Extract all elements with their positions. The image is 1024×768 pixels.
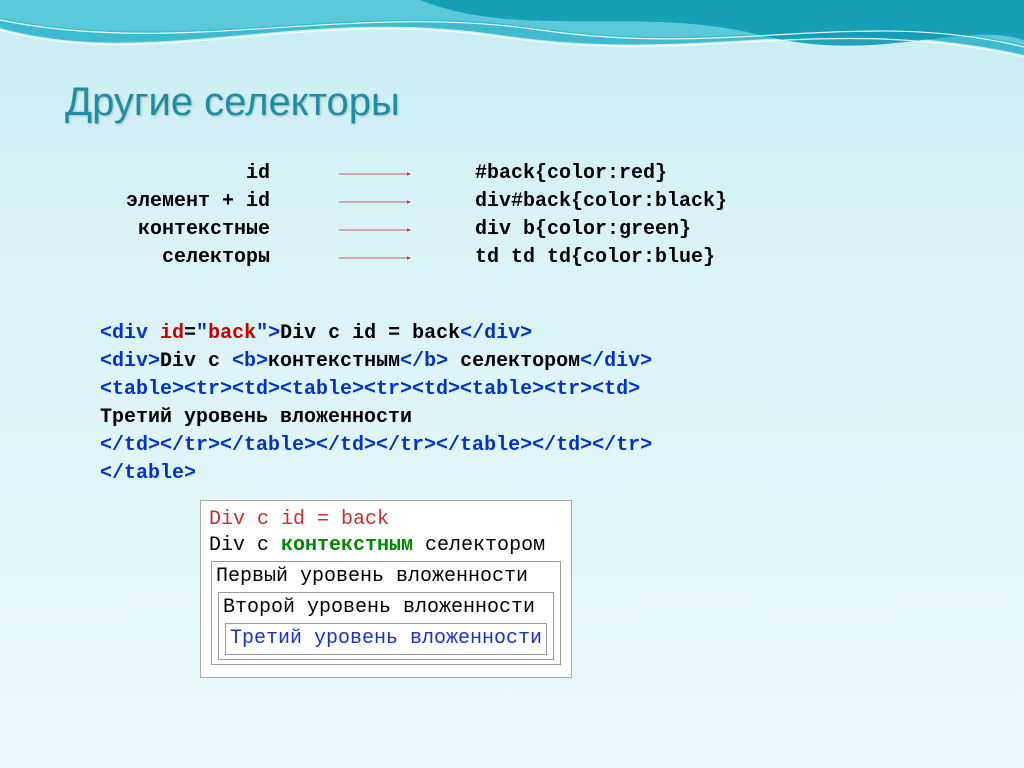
nest-text: Второй уровень вложенности — [223, 596, 535, 619]
selector-code: div b{color:green} — [475, 216, 984, 244]
code-attr: id — [160, 322, 184, 345]
result-bold: контекстным — [281, 534, 413, 557]
code-tag: </div> — [460, 322, 532, 345]
code-tag: </td></tr></table></td></tr></table></td… — [100, 434, 652, 457]
code-tag: <div> — [100, 350, 160, 373]
selector-label: id — [40, 160, 275, 188]
code-text: = — [184, 322, 196, 345]
code-text: контекстным — [268, 350, 400, 373]
selector-row: селекторы td td td{color:blue} — [40, 244, 984, 272]
selector-label: контекстные — [40, 216, 275, 244]
code-text: Третий уровень вложенности — [100, 406, 412, 429]
nest-text: Третий уровень вложенности — [230, 627, 542, 650]
selector-mapping: id #back{color:red} элемент + id div#bac… — [40, 160, 984, 272]
code-tag: </div> — [580, 350, 652, 373]
code-text: Div с id = back — [280, 322, 460, 345]
code-text: селектором — [448, 350, 580, 373]
slide: Другие селекторы id #back{color:red} эле… — [0, 0, 1024, 768]
result-text: Div с — [209, 534, 281, 557]
arrow-icon — [285, 200, 465, 204]
code-text: Div с — [160, 350, 232, 373]
table-cell: Второй уровень вложенности Третий уровен… — [218, 592, 554, 660]
code-tag: <b> — [232, 350, 268, 373]
code-value: back — [208, 322, 256, 345]
selector-code: div#back{color:black} — [475, 188, 984, 216]
result-text: селектором — [413, 534, 545, 557]
page-title: Другие селекторы — [65, 80, 400, 125]
arrow-icon — [285, 228, 465, 232]
selector-label: элемент + id — [40, 188, 275, 216]
nested-table-3: Третий уровень вложенности — [223, 621, 549, 657]
result-line: Div с контекстным селектором — [209, 533, 563, 559]
table-cell: Третий уровень вложенности — [225, 623, 547, 655]
arrow-icon — [285, 172, 465, 176]
code-tag: </table> — [100, 462, 196, 485]
code-tag: <table><tr><td><table><tr><td><table><tr… — [100, 378, 640, 401]
selector-row: id #back{color:red} — [40, 160, 984, 188]
result-line: Div с id = back — [209, 507, 563, 533]
selector-row: контекстные div b{color:green} — [40, 216, 984, 244]
arrow-icon — [285, 256, 465, 260]
code-quote: " — [256, 322, 268, 345]
code-tag: > — [268, 322, 280, 345]
code-tag: <div — [100, 322, 160, 345]
selector-row: элемент + id div#back{color:black} — [40, 188, 984, 216]
nested-table-1: Первый уровень вложенности Второй уровен… — [209, 559, 563, 667]
table-cell: Первый уровень вложенности Второй уровен… — [211, 561, 561, 665]
result-output: Div с id = back Div с контекстным селект… — [200, 500, 572, 678]
selector-code: td td td{color:blue} — [475, 244, 984, 272]
code-tag: </b> — [400, 350, 448, 373]
selector-code: #back{color:red} — [475, 160, 984, 188]
wave-decoration — [0, 0, 1024, 90]
code-quote: " — [196, 322, 208, 345]
selector-label: селекторы — [40, 244, 275, 272]
nested-table-2: Второй уровень вложенности Третий уровен… — [216, 590, 556, 662]
code-example: <div id="back">Div с id = back</div> <di… — [100, 320, 652, 488]
nest-text: Первый уровень вложенности — [216, 565, 528, 588]
